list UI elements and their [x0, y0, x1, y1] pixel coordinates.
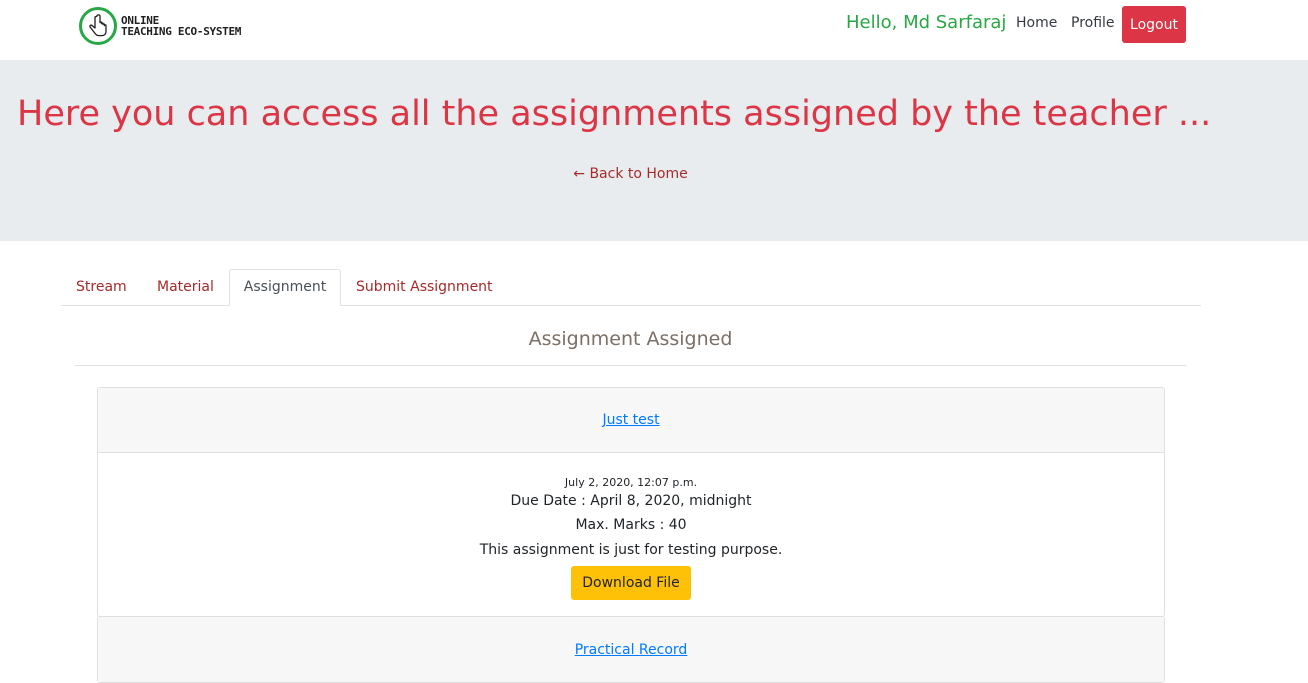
brand-logo[interactable]: ONLINE TEACHING ECO-SYSTEM: [78, 6, 241, 46]
pointer-hand-icon: [79, 7, 117, 45]
assignment-max-marks: Max. Marks : 40: [575, 517, 687, 533]
assignment-title-link[interactable]: Just test: [602, 412, 659, 428]
page-title: Here you can access all the assignments …: [17, 94, 1212, 134]
assignment-card: Practical Record: [97, 616, 1165, 683]
assignment-list: Just test July 2, 2020, 12:07 p.m. Due D…: [97, 387, 1165, 683]
tab-submit-assignment[interactable]: Submit Assignment: [356, 269, 493, 306]
nav-home-link[interactable]: Home: [1016, 13, 1057, 33]
user-greeting: Hello, Md Sarfaraj: [846, 12, 1007, 33]
assignment-card-header: Just test: [98, 388, 1164, 453]
tab-stream[interactable]: Stream: [76, 269, 127, 306]
brand-line-2: TEACHING ECO-SYSTEM: [121, 25, 242, 38]
back-to-home-link[interactable]: ← Back to Home: [0, 164, 1261, 184]
assignment-due-date: Due Date : April 8, 2020, midnight: [510, 493, 752, 509]
tab-material[interactable]: Material: [157, 269, 214, 306]
class-tabs: Stream Material Assignment Submit Assign…: [61, 269, 1201, 306]
brand-name: ONLINE TEACHING ECO-SYSTEM: [121, 15, 241, 37]
assignment-title-link[interactable]: Practical Record: [575, 642, 688, 658]
assignment-posted-date: July 2, 2020, 12:07 p.m.: [564, 476, 698, 489]
assignment-card: Just test July 2, 2020, 12:07 p.m. Due D…: [97, 387, 1165, 617]
download-file-button[interactable]: Download File: [571, 566, 691, 600]
logout-button[interactable]: Logout: [1122, 6, 1186, 43]
nav-profile-link[interactable]: Profile: [1071, 13, 1115, 33]
assignment-description: This assignment is just for testing purp…: [479, 542, 783, 558]
section-title: Assignment Assigned: [528, 328, 733, 350]
navbar: ONLINE TEACHING ECO-SYSTEM Hello, Md Sar…: [0, 0, 1308, 60]
hero-banner: Here you can access all the assignments …: [0, 60, 1308, 241]
assignment-card-header: Practical Record: [98, 617, 1164, 682]
section-divider: [75, 365, 1186, 366]
assignment-card-body: July 2, 2020, 12:07 p.m. Due Date : Apri…: [98, 453, 1164, 616]
tab-assignment[interactable]: Assignment: [229, 269, 341, 306]
